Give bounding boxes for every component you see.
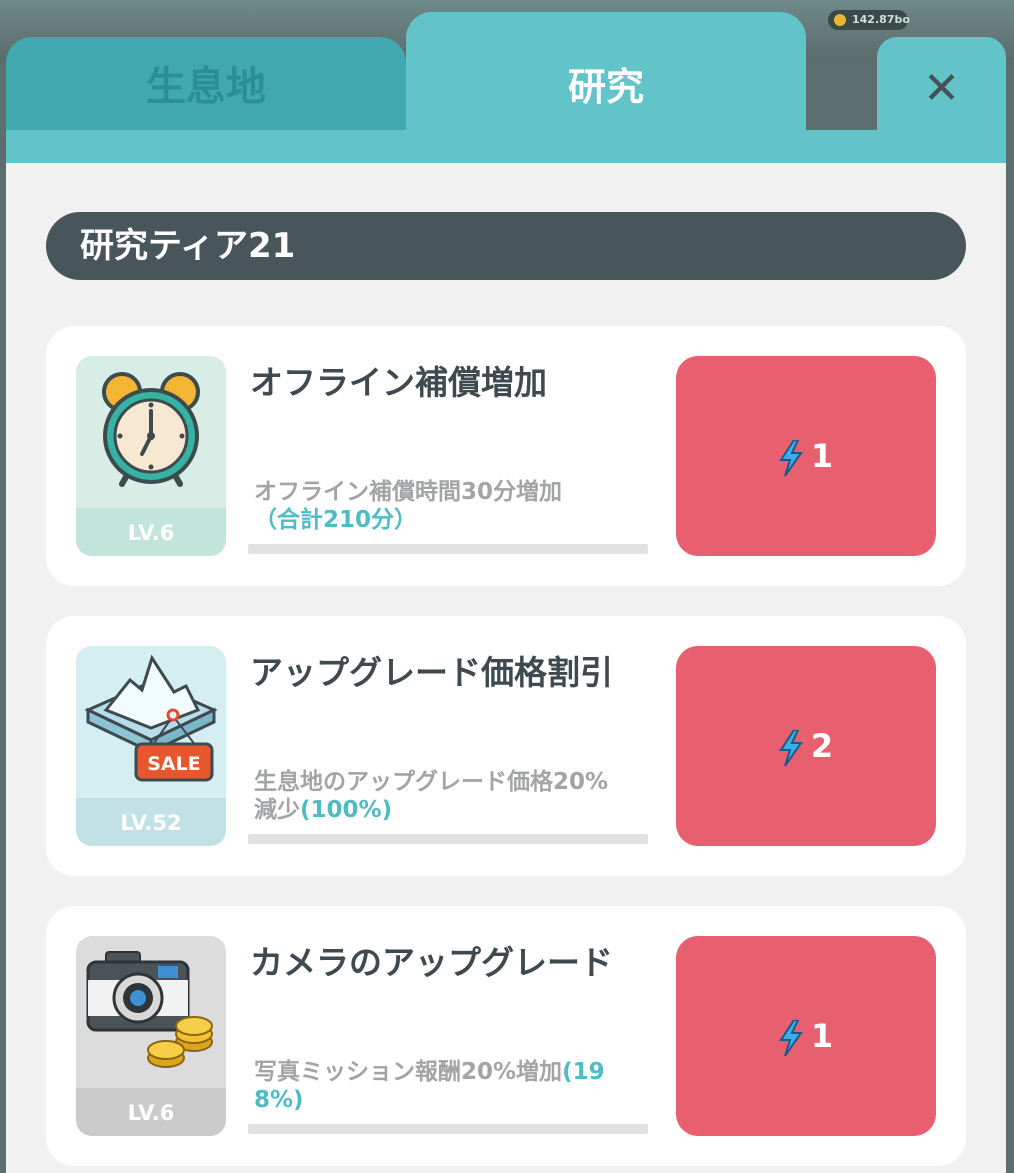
alarm-clock-icon bbox=[102, 372, 200, 487]
research-level: LV.6 bbox=[76, 1088, 226, 1136]
research-total: （合計210分） bbox=[254, 507, 418, 533]
research-title: カメラのアップグレード bbox=[250, 943, 613, 982]
lightning-bolt-icon bbox=[779, 730, 803, 766]
research-cost: 2 bbox=[810, 727, 834, 765]
research-progress-bar bbox=[248, 544, 648, 554]
sale-tag-label: SALE bbox=[147, 753, 200, 775]
research-level: LV.6 bbox=[76, 508, 226, 556]
currency-display: 142.87bo bbox=[828, 10, 910, 30]
close-icon: ✕ bbox=[923, 63, 960, 114]
research-total: (100%) bbox=[300, 797, 393, 823]
research-cost: 1 bbox=[810, 1017, 834, 1055]
research-level: LV.52 bbox=[76, 798, 226, 846]
research-icon-box: LV.6 bbox=[76, 936, 226, 1136]
tab-underline-bar bbox=[6, 130, 1006, 163]
research-tier-header: 研究ティア21 bbox=[46, 212, 966, 280]
research-upgrade-button[interactable]: 1 bbox=[676, 356, 936, 556]
tab-habitat[interactable]: 生息地 bbox=[6, 37, 406, 137]
currency-amount: 142.87bo bbox=[852, 13, 910, 26]
lightning-bolt-icon bbox=[779, 440, 803, 476]
gold-coin-icon bbox=[834, 14, 846, 26]
research-icon-box: SALE LV.52 bbox=[76, 646, 226, 846]
research-card-discount: SALE LV.52 アップグレード価格割引 生息地のアップグレード価格20%減… bbox=[46, 616, 966, 876]
tab-research[interactable]: 研究 bbox=[406, 12, 806, 137]
lightning-bolt-icon bbox=[779, 1020, 803, 1056]
research-card-camera: LV.6 カメラのアップグレード 写真ミッション報酬20%増加(198%) 1 bbox=[46, 906, 966, 1166]
research-icon-box: LV.6 bbox=[76, 356, 226, 556]
research-card-offline: LV.6 オフライン補償増加 オフライン補償時間30分増加 （合計210分） 1 bbox=[46, 326, 966, 586]
research-title: オフライン補償増加 bbox=[250, 363, 547, 402]
research-description: 生息地のアップグレード価格20%減少(100%) bbox=[254, 769, 609, 823]
research-progress-bar bbox=[248, 834, 648, 844]
camera-coins-icon bbox=[86, 951, 213, 1068]
sale-iceberg-icon: SALE bbox=[84, 654, 218, 782]
research-description: オフライン補償時間30分増加 （合計210分） bbox=[254, 479, 563, 533]
research-description: 写真ミッション報酬20%増加(198%) bbox=[254, 1059, 605, 1113]
research-upgrade-button[interactable]: 2 bbox=[676, 646, 936, 846]
close-button[interactable]: ✕ bbox=[877, 37, 1006, 137]
research-progress-bar bbox=[248, 1124, 648, 1134]
research-title: アップグレード価格割引 bbox=[250, 653, 613, 692]
research-cost: 1 bbox=[810, 437, 834, 475]
research-upgrade-button[interactable]: 1 bbox=[676, 936, 936, 1136]
